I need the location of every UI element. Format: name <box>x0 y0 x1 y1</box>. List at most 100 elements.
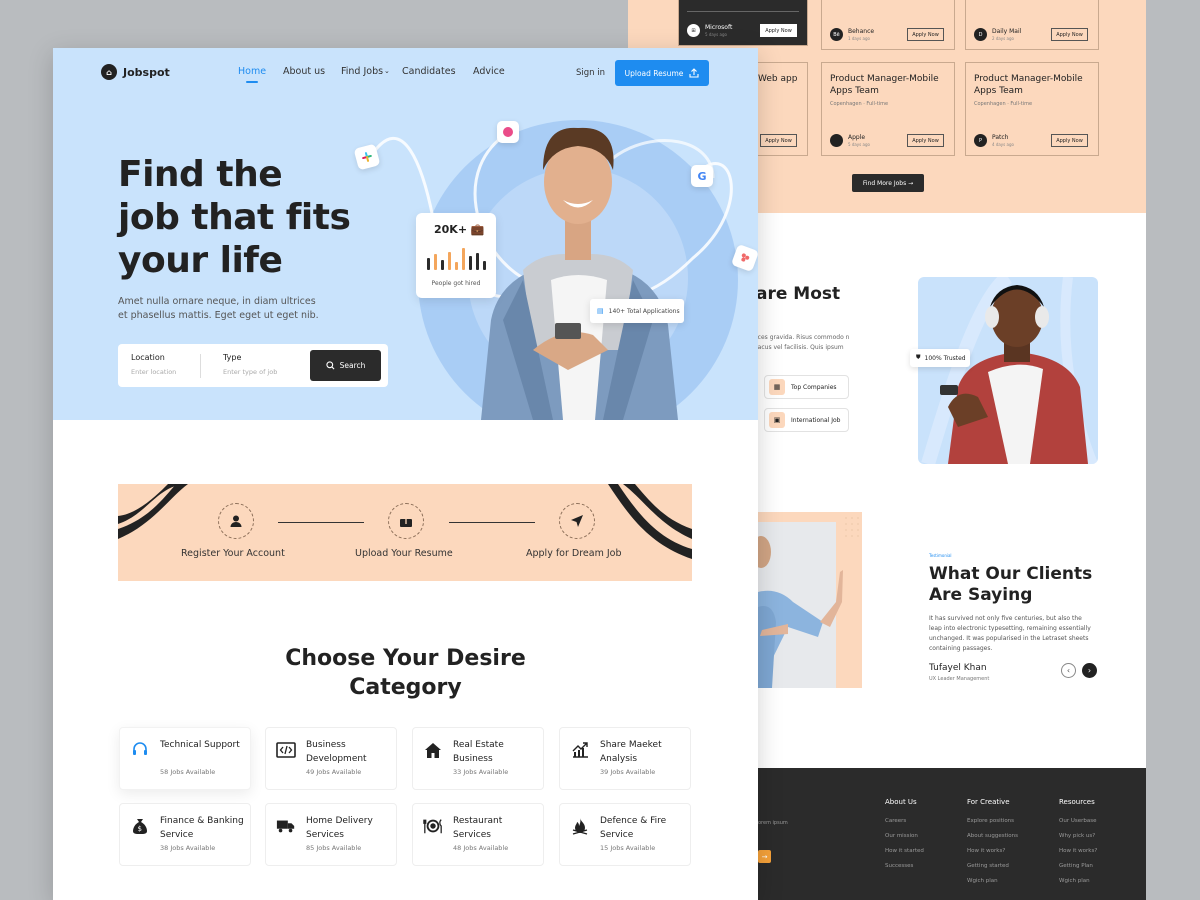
category-name: Home Delivery Services <box>306 816 373 840</box>
footer-link[interactable]: Wgich plan <box>1059 874 1097 889</box>
category-count: 49 Jobs Available <box>306 768 362 776</box>
step-label: Apply for Dream Job <box>526 548 622 559</box>
mini-bar <box>455 262 458 270</box>
footer-link[interactable]: Our Userbase <box>1059 814 1097 829</box>
footer-link[interactable]: Wgich plan <box>967 874 1018 889</box>
footer-link[interactable]: Our mission <box>885 829 924 844</box>
landing-page: ⌂ Jobspot Home About us Find Jobs ⌄ Cand… <box>53 48 758 900</box>
footer-link[interactable]: Careers <box>885 814 924 829</box>
apple-logo-icon <box>830 134 843 147</box>
category-card[interactable]: Real Estate Business 33 Jobs Available <box>412 727 544 790</box>
pill-label: Top Companies <box>791 383 837 391</box>
job-title: Product Manager-Mobile Apps Team <box>974 74 1083 96</box>
next-arrow-icon[interactable]: › <box>1082 663 1097 678</box>
job-card[interactable]: ⊞ Microsoft 5 days ago Apply Now <box>678 0 808 46</box>
category-count: 15 Jobs Available <box>600 844 656 852</box>
money-bag-icon: $ <box>130 816 150 836</box>
testimonial-name: Tufayel Khan <box>929 663 987 673</box>
footer-link[interactable]: Explore positions <box>967 814 1018 829</box>
footer-link[interactable]: Why pick us? <box>1059 829 1097 844</box>
person-photo <box>918 277 1098 464</box>
category-card[interactable]: $ Finance & Banking Service 38 Jobs Avai… <box>119 803 251 866</box>
category-card[interactable]: Technical Support 58 Jobs Available <box>119 727 251 790</box>
shield-icon: ⛊ <box>916 354 921 361</box>
mini-bar <box>441 260 444 270</box>
google-icon: G <box>691 165 713 187</box>
category-count: 38 Jobs Available <box>160 844 216 852</box>
mini-bar <box>476 253 479 270</box>
previous-arrow-icon[interactable]: ‹ <box>1061 663 1076 678</box>
chart-icon <box>570 740 590 760</box>
company-name: Patch <box>992 134 1009 141</box>
mini-bar <box>448 252 451 270</box>
company-name: Microsoft <box>705 24 733 31</box>
apply-button[interactable]: Apply Now <box>907 134 944 147</box>
pill-label: International Job <box>791 416 841 424</box>
microsoft-logo-icon: ⊞ <box>687 24 700 37</box>
testimonial-role: UX Leader Management <box>929 676 990 682</box>
apply-button[interactable]: Apply Now <box>1051 28 1088 41</box>
footer-link[interactable]: How it works? <box>1059 844 1097 859</box>
testimonial-photo <box>758 512 862 688</box>
section-title: are Most <box>756 284 841 304</box>
category-card[interactable]: Home Delivery Services 85 Jobs Available <box>265 803 397 866</box>
apply-button[interactable]: Apply Now <box>1051 134 1088 147</box>
upload-box-icon <box>388 503 424 539</box>
hero-person-illustration <box>481 127 678 420</box>
mini-bar <box>427 258 430 270</box>
footer-heading: About Us <box>885 798 917 806</box>
category-count: 48 Jobs Available <box>453 844 509 852</box>
dribbble-icon <box>497 121 519 143</box>
company-name: Apple <box>848 134 866 141</box>
svg-text:$: $ <box>138 825 142 833</box>
footer-text: orem ipsum <box>758 820 788 826</box>
job-card[interactable]: Product Manager-Mobile Apps Team Copenha… <box>965 62 1099 156</box>
mini-bar <box>462 248 465 270</box>
job-card[interactable]: Bē Behance 1 days ago Apply Now <box>821 0 955 50</box>
person-illustration <box>921 277 1098 464</box>
footer-link[interactable]: How it started <box>885 844 924 859</box>
posted-ago: 2 days ago <box>992 36 1014 41</box>
hired-caption: People got hired <box>431 280 481 287</box>
category-name: Finance & Banking Service <box>160 816 244 840</box>
apply-button[interactable]: Apply Now <box>760 24 797 37</box>
briefcase-icon: ▣ <box>769 412 785 428</box>
briefcase-icon: 💼 <box>470 223 485 236</box>
job-card[interactable]: D Daily Mail 2 days ago Apply Now <box>965 0 1099 50</box>
category-card[interactable]: Restaurant Services 48 Jobs Available <box>412 803 544 866</box>
dining-icon <box>423 816 443 836</box>
hero-section: ⌂ Jobspot Home About us Find Jobs ⌄ Cand… <box>53 48 758 420</box>
category-card[interactable]: Share Maeket Analysis 39 Jobs Available <box>559 727 691 790</box>
category-name: Share Maeket Analysis <box>600 740 662 764</box>
footer-column-creative: For Creative Explore positions About sug… <box>967 798 1018 889</box>
footer-link[interactable]: Getting started <box>967 859 1018 874</box>
footer-link[interactable]: How it works? <box>967 844 1018 859</box>
applications-badge: ▤ 140+ Total Applications <box>590 299 684 323</box>
send-icon <box>559 503 595 539</box>
category-name: Technical Support <box>160 740 240 750</box>
patch-logo-icon: P <box>974 134 987 147</box>
find-more-label: Find More Jobs <box>862 179 907 187</box>
trusted-label: 100% Trusted <box>924 354 966 362</box>
building-icon: ▦ <box>769 379 785 395</box>
document-icon: ▤ <box>597 307 604 315</box>
job-meta: Copenhagen · Full-time <box>974 101 1033 107</box>
category-card[interactable]: Business Development 49 Jobs Available <box>265 727 397 790</box>
applications-label: 140+ Total Applications <box>608 307 680 315</box>
apply-button[interactable]: Apply Now <box>760 134 797 147</box>
footer-link[interactable]: About suggestions <box>967 829 1018 844</box>
posted-ago: 5 days ago <box>705 32 727 37</box>
category-count: 85 Jobs Available <box>306 844 362 852</box>
job-card[interactable]: Product Manager-Mobile Apps Team Copenha… <box>821 62 955 156</box>
subscribe-arrow-icon[interactable]: → <box>758 850 771 863</box>
step-connector <box>449 522 535 523</box>
footer-heading: Resources <box>1059 798 1095 806</box>
footer-link[interactable]: Successes <box>885 859 924 874</box>
apply-button[interactable]: Apply Now <box>907 28 944 41</box>
footer-link[interactable]: Getting Plan <box>1059 859 1097 874</box>
find-more-jobs-button[interactable]: Find More Jobs → <box>852 174 924 192</box>
category-count: 33 Jobs Available <box>453 768 509 776</box>
category-card[interactable]: Defence & Fire Service 15 Jobs Available <box>559 803 691 866</box>
category-count: 39 Jobs Available <box>600 768 656 776</box>
user-icon <box>218 503 254 539</box>
